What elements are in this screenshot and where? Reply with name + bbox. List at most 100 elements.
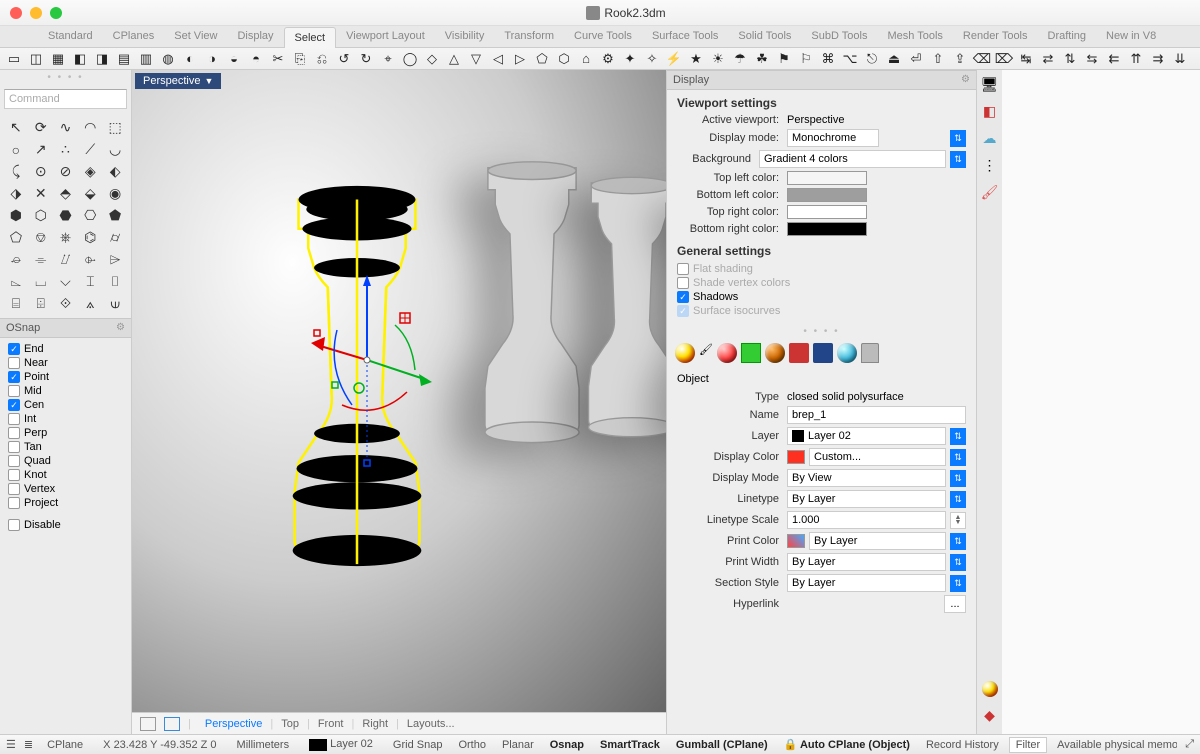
- layer-select[interactable]: Layer 02: [787, 427, 946, 445]
- top-left-color-swatch[interactable]: [787, 171, 867, 185]
- toolbar-icon-19[interactable]: ◇: [422, 50, 442, 68]
- display-color-select[interactable]: Custom...: [809, 448, 946, 466]
- tool-icon-16[interactable]: ✕: [29, 183, 53, 204]
- tool-icon-28[interactable]: ⌬: [78, 227, 102, 248]
- toolbar-icon-1[interactable]: ◫: [26, 50, 46, 68]
- toolbar-icon-13[interactable]: ⎘: [290, 50, 310, 68]
- toolbar-icon-8[interactable]: ◐: [180, 50, 200, 68]
- tool-icon-18[interactable]: ⬙: [78, 183, 102, 204]
- tool-icon-40[interactable]: ⌸: [4, 293, 28, 314]
- menutab-surface-tools[interactable]: Surface Tools: [642, 26, 728, 47]
- cyan-material-icon[interactable]: [837, 343, 857, 363]
- toolbar-icon-9[interactable]: ◑: [202, 50, 222, 68]
- viewport-tab-right[interactable]: Right: [354, 716, 396, 732]
- status-filter[interactable]: Filter: [1009, 737, 1047, 753]
- gear-icon[interactable]: ⚙: [961, 74, 970, 85]
- tool-icon-19[interactable]: ◉: [103, 183, 127, 204]
- tool-icon-29[interactable]: ⌭: [103, 227, 127, 248]
- tool-icon-6[interactable]: ↗: [29, 139, 53, 160]
- tool-icon-1[interactable]: ⟳: [29, 117, 53, 138]
- osnap-int-checkbox[interactable]: [8, 413, 20, 425]
- menutab-cplanes[interactable]: CPlanes: [103, 26, 165, 47]
- chevron-updown-icon[interactable]: ⇅: [950, 533, 966, 550]
- tool-icon-42[interactable]: ⟐: [54, 293, 78, 314]
- toolbar-icon-47[interactable]: ⇄: [1038, 50, 1058, 68]
- monitor-icon[interactable]: 🖥: [981, 76, 999, 93]
- menutab-standard[interactable]: Standard: [38, 26, 103, 47]
- viewport-label[interactable]: Perspective▼: [135, 73, 221, 89]
- tool-icon-31[interactable]: ⌯: [29, 249, 53, 270]
- toolbar-icon-7[interactable]: ◍: [158, 50, 178, 68]
- toolbar-icon-11[interactable]: ◓: [246, 50, 266, 68]
- tool-icon-15[interactable]: ⬗: [4, 183, 28, 204]
- toolbar-icon-43[interactable]: ⇪: [950, 50, 970, 68]
- flat-shading-checkbox[interactable]: [677, 263, 689, 275]
- units-indicator[interactable]: Millimeters: [231, 739, 296, 751]
- red-material-icon[interactable]: [717, 343, 737, 363]
- material-tab-icon[interactable]: [675, 343, 695, 363]
- osnap-perp-checkbox[interactable]: [8, 427, 20, 439]
- menutab-solid-tools[interactable]: Solid Tools: [728, 26, 801, 47]
- chevron-updown-icon[interactable]: ⇅: [950, 470, 966, 487]
- stepper-icon[interactable]: ▲▼: [950, 512, 966, 529]
- osnap-cen-checkbox[interactable]: ✓: [8, 399, 20, 411]
- toolbar-icon-23[interactable]: ▷: [510, 50, 530, 68]
- status-ortho[interactable]: Ortho: [452, 739, 492, 751]
- toolbar-icon-31[interactable]: ★: [686, 50, 706, 68]
- shade-vertex-checkbox[interactable]: [677, 277, 689, 289]
- orange-material-icon[interactable]: [765, 343, 785, 363]
- toolbar-icon-42[interactable]: ⇧: [928, 50, 948, 68]
- tool-icon-2[interactable]: ∿: [54, 117, 78, 138]
- toolbar-icon-26[interactable]: ⌂: [576, 50, 596, 68]
- chevron-updown-icon[interactable]: ⇅: [950, 575, 966, 592]
- shadows-checkbox[interactable]: ✓: [677, 291, 689, 303]
- toolbar-icon-50[interactable]: ⇇: [1104, 50, 1124, 68]
- layers-strip-icon[interactable]: ◧: [983, 103, 996, 120]
- toolbar-icon-27[interactable]: ⚙: [598, 50, 618, 68]
- menutab-mesh-tools[interactable]: Mesh Tools: [877, 26, 952, 47]
- status-gumball-cplane-[interactable]: Gumball (CPlane): [670, 739, 774, 751]
- layer-indicator[interactable]: Layer 02: [303, 738, 379, 750]
- tool-icon-12[interactable]: ⊘: [54, 161, 78, 182]
- selected-object[interactable]: [257, 180, 457, 570]
- tool-icon-24[interactable]: ⬟: [103, 205, 127, 226]
- toolbar-icon-32[interactable]: ☀: [708, 50, 728, 68]
- toolbar-icon-12[interactable]: ✂: [268, 50, 288, 68]
- cylinder-icon[interactable]: [861, 343, 879, 363]
- toolbar-icon-51[interactable]: ⇈: [1126, 50, 1146, 68]
- toolbar-icon-24[interactable]: ⬠: [532, 50, 552, 68]
- strip-gear-icon[interactable]: ⋮: [983, 157, 997, 174]
- brush-icon[interactable]: 🖌: [981, 184, 999, 201]
- osnap-quad-checkbox[interactable]: [8, 455, 20, 467]
- bottom-right-color-swatch[interactable]: [787, 222, 867, 236]
- viewport-tab-front[interactable]: Front: [310, 716, 352, 732]
- green-panel-icon[interactable]: [741, 343, 761, 363]
- expand-icon[interactable]: ⤢: [1185, 738, 1194, 751]
- chevron-updown-icon[interactable]: ⇅: [950, 151, 966, 168]
- osnap-tan-checkbox[interactable]: [8, 441, 20, 453]
- toolbar-icon-16[interactable]: ↻: [356, 50, 376, 68]
- status-auto-cplane-object-[interactable]: 🔒 Auto CPlane (Object): [778, 738, 916, 751]
- chevron-updown-icon[interactable]: ⇅: [950, 554, 966, 571]
- status-smarttrack[interactable]: SmartTrack: [594, 739, 666, 751]
- tool-icon-30[interactable]: ⌮: [4, 249, 28, 270]
- osnap-project-checkbox[interactable]: [8, 497, 20, 509]
- list-icon[interactable]: ≣: [24, 738, 33, 751]
- toolbar-icon-45[interactable]: ⌦: [994, 50, 1014, 68]
- toolbar-icon-41[interactable]: ⏎: [906, 50, 926, 68]
- menutab-render-tools[interactable]: Render Tools: [953, 26, 1038, 47]
- background-select[interactable]: Gradient 4 colors: [759, 150, 946, 168]
- toolbar-icon-40[interactable]: ⏏: [884, 50, 904, 68]
- chevron-updown-icon[interactable]: ⇅: [950, 449, 966, 466]
- toolbar-icon-34[interactable]: ☘: [752, 50, 772, 68]
- toolbar-icon-14[interactable]: ⎌: [312, 50, 332, 68]
- toolbar-icon-10[interactable]: ◒: [224, 50, 244, 68]
- status-available-physical-memo[interactable]: Available physical memo: [1051, 739, 1177, 751]
- bottom-left-color-swatch[interactable]: [787, 188, 867, 202]
- osnap-disable-checkbox[interactable]: [8, 519, 20, 531]
- tool-icon-25[interactable]: ⬠: [4, 227, 28, 248]
- tool-icon-41[interactable]: ⌹: [29, 293, 53, 314]
- toolbar-icon-35[interactable]: ⚑: [774, 50, 794, 68]
- toolbar-icon-48[interactable]: ⇅: [1060, 50, 1080, 68]
- toolbar-icon-21[interactable]: ▽: [466, 50, 486, 68]
